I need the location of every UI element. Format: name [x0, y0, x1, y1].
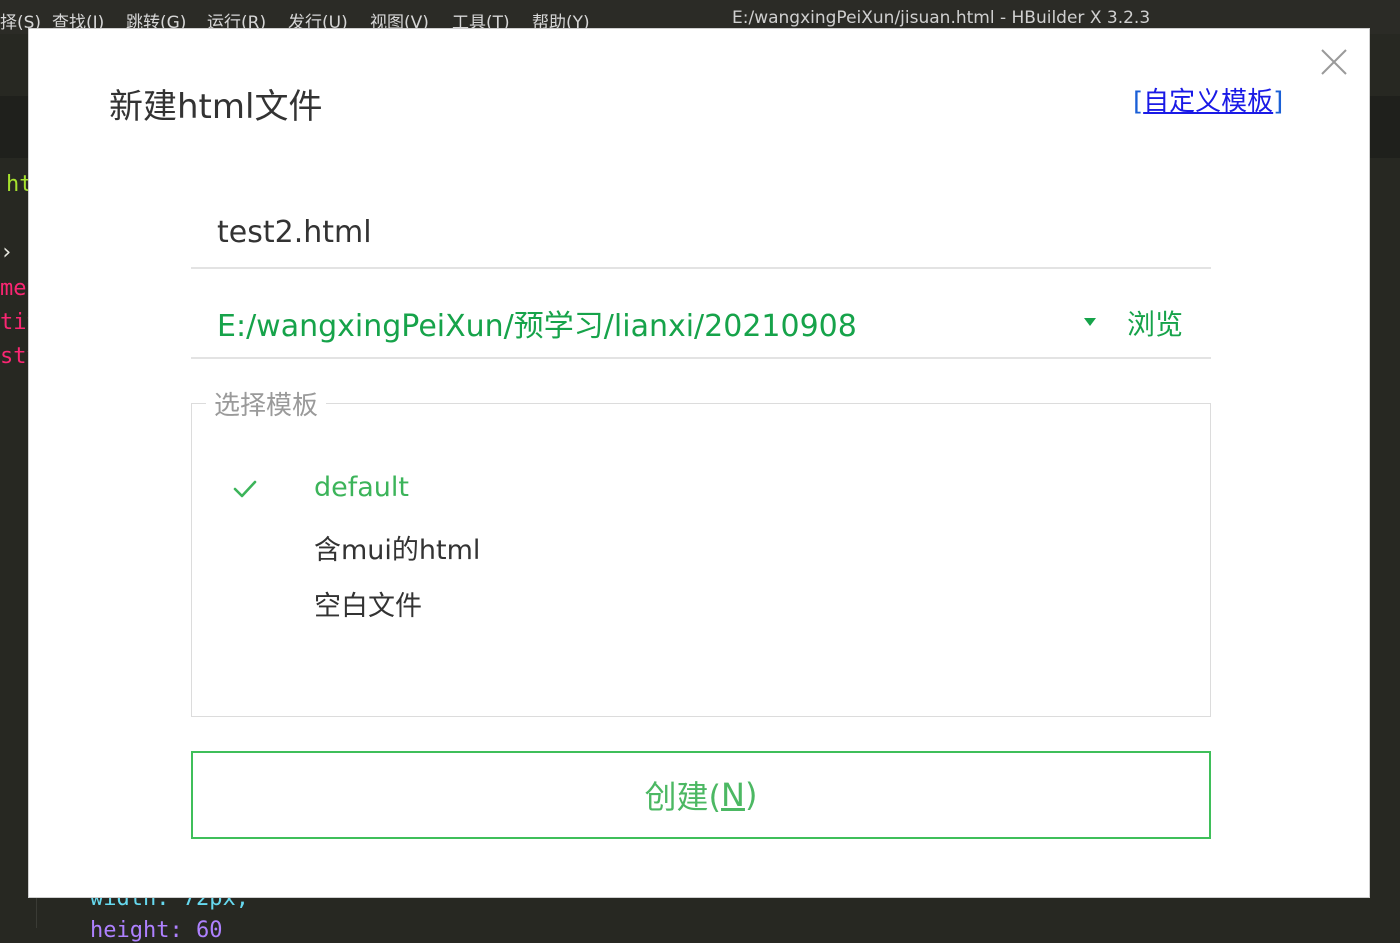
template-item-default[interactable]: default: [192, 466, 1210, 516]
close-icon[interactable]: [1319, 47, 1349, 77]
window-title: E:/wangxingPeiXun/jisuan.html - HBuilder…: [732, 8, 1151, 28]
template-item-mui[interactable]: 含mui的html: [192, 522, 1210, 572]
bracket-open: [: [1133, 87, 1144, 117]
dropdown-arrow-icon[interactable]: [1081, 315, 1099, 329]
code-fold-marker: ›: [0, 240, 14, 265]
custom-template-link-wrap: [自定义模板]: [1133, 81, 1283, 118]
bracket-close: ]: [1273, 87, 1284, 117]
filename-input[interactable]: [217, 209, 1197, 255]
dialog-title: 新建html文件: [109, 87, 323, 127]
path-field: E:/wangxingPeiXun/预学习/lianxi/20210908 浏览: [191, 291, 1211, 359]
template-label: 含mui的html: [314, 535, 481, 566]
template-label: default: [314, 472, 410, 503]
template-selector: 选择模板 default 含mui的html 空白文件: [191, 385, 1211, 717]
custom-template-link[interactable]: 自定义模板: [1143, 87, 1273, 117]
template-label: 空白文件: [314, 591, 422, 622]
create-label-suffix: ): [744, 776, 758, 814]
filename-field: [191, 209, 1211, 269]
close-button[interactable]: [1319, 47, 1349, 77]
template-legend: 选择模板: [214, 391, 319, 421]
path-input[interactable]: E:/wangxingPeiXun/预学习/lianxi/20210908: [217, 301, 857, 345]
template-item-blank[interactable]: 空白文件: [192, 578, 1210, 628]
create-mnemonic: N: [721, 776, 745, 814]
new-html-file-dialog: 新建html文件 [自定义模板] E:/wangxingPeiXun/预学习/l…: [28, 28, 1370, 898]
create-label-prefix: 创建(: [644, 778, 722, 816]
create-button[interactable]: 创建(N): [191, 751, 1211, 839]
check-icon: [233, 480, 257, 498]
code-fragment: height: 60: [90, 918, 223, 943]
browse-button[interactable]: 浏览: [1127, 303, 1183, 343]
